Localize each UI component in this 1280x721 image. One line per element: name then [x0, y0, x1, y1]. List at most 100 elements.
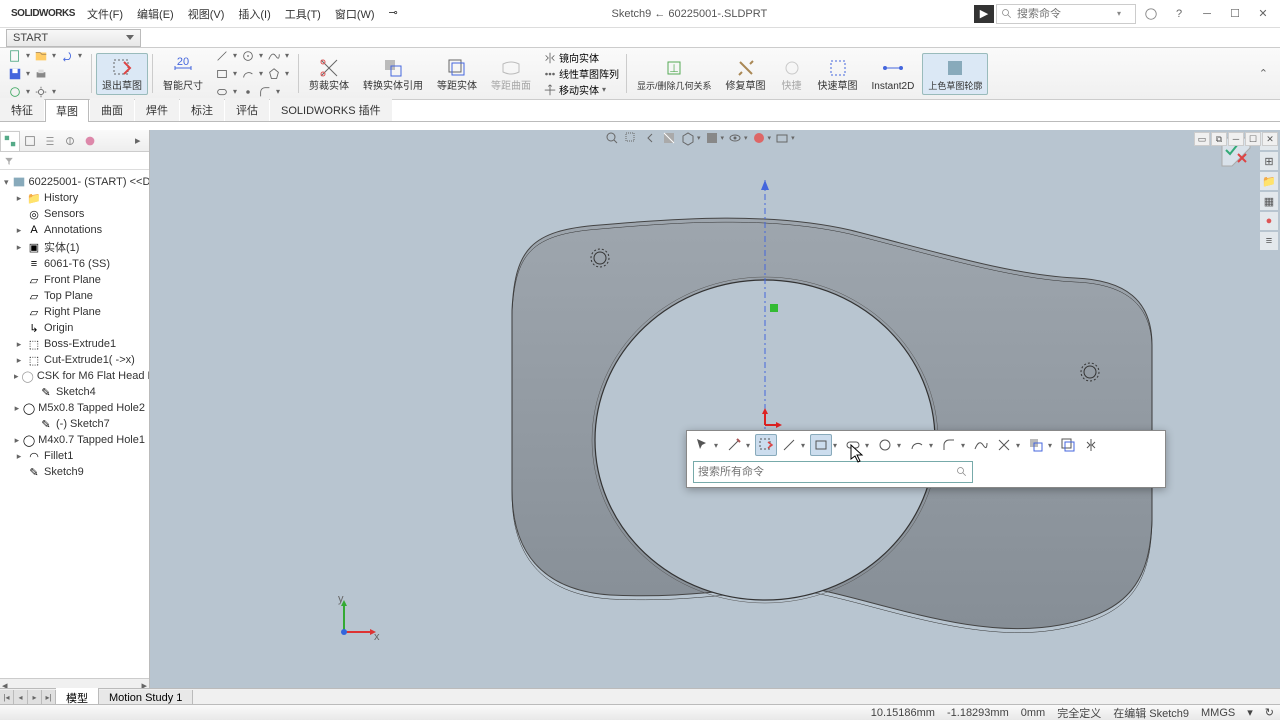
ctx-mirror-icon[interactable]	[1080, 434, 1102, 456]
zoom-fit-icon[interactable]	[604, 130, 620, 146]
shaded-sketch-button[interactable]: 上色草图轮廓	[922, 53, 988, 95]
tab-surfaces[interactable]: 曲面	[90, 98, 134, 121]
command-search-input[interactable]	[1017, 8, 1117, 20]
menu-window[interactable]: 窗口(W)	[328, 2, 382, 26]
viewport-close-button[interactable]: ✕	[1262, 132, 1278, 146]
rectangle-icon[interactable]	[214, 66, 230, 82]
ctx-search-input[interactable]	[698, 466, 956, 478]
trim-entities-button[interactable]: 剪裁实体	[303, 53, 355, 95]
ribbon-collapse[interactable]: ⌃	[1259, 67, 1276, 80]
exit-sketch-button[interactable]: 退出草图	[96, 53, 148, 95]
tree-expand-arrow[interactable]: ▸	[135, 134, 149, 147]
new-icon[interactable]	[7, 48, 23, 64]
maximize-button[interactable]: ☐	[1222, 3, 1248, 25]
zoom-area-icon[interactable]	[623, 130, 639, 146]
tree-hole1[interactable]: ▸◯M4x0.7 Tapped Hole1	[2, 432, 147, 448]
property-manager-tab[interactable]	[20, 131, 40, 151]
ctx-trim-icon[interactable]	[993, 434, 1015, 456]
graphics-viewport[interactable]: ⌂ ⊞ 📁 ▦ ● ≡	[150, 130, 1280, 692]
smart-dimension-button[interactable]: 20 智能尺寸	[157, 53, 209, 95]
ctx-select-icon[interactable]	[691, 434, 713, 456]
tree-filter[interactable]	[0, 152, 149, 170]
taskpane-appearance-icon[interactable]: ●	[1260, 212, 1278, 230]
command-search[interactable]: ▾	[996, 4, 1136, 24]
close-button[interactable]: ✕	[1250, 3, 1276, 25]
login-button[interactable]	[1138, 3, 1164, 25]
tree-sketch9[interactable]: ✎Sketch9	[2, 464, 147, 480]
instant2d-button[interactable]: Instant2D	[866, 53, 921, 95]
tab-evaluate[interactable]: 评估	[225, 98, 269, 121]
open-icon[interactable]	[33, 48, 49, 64]
tree-history[interactable]: ▸📁History	[2, 190, 147, 206]
tab-weldments[interactable]: 焊件	[135, 98, 179, 121]
tree-csk[interactable]: ▸◯CSK for M6 Flat Head Mac	[2, 368, 147, 384]
tree-origin[interactable]: ↳Origin	[2, 320, 147, 336]
open-dropdown[interactable]: ▾	[50, 51, 58, 60]
section-view-icon[interactable]	[661, 130, 677, 146]
ctx-arc-icon[interactable]	[906, 434, 928, 456]
viewport-min-button[interactable]: ─	[1228, 132, 1244, 146]
play-button[interactable]: ▶	[974, 5, 994, 23]
status-flyout[interactable]: ▾	[1247, 706, 1253, 719]
options-dropdown[interactable]: ▾	[50, 87, 58, 96]
display-style-icon[interactable]	[704, 130, 720, 146]
config-selector[interactable]: START	[6, 29, 141, 47]
config-manager-tab[interactable]	[40, 131, 60, 151]
tab-features[interactable]: 特征	[0, 98, 44, 121]
linear-pattern-label[interactable]: 线性草图阵列	[559, 66, 619, 81]
tree-hole2[interactable]: ▸◯M5x0.8 Tapped Hole2	[2, 400, 147, 416]
tree-boss-extrude1[interactable]: ▸⬚Boss-Extrude1	[2, 336, 147, 352]
minimize-button[interactable]: ─	[1194, 3, 1220, 25]
new-dropdown[interactable]: ▾	[24, 51, 32, 60]
ctx-sketch-icon[interactable]	[723, 434, 745, 456]
status-rebuild-icon[interactable]: ↻	[1265, 706, 1274, 719]
feature-tree-tab[interactable]	[0, 131, 20, 151]
menu-insert[interactable]: 插入(I)	[231, 2, 277, 26]
ctx-fillet-icon[interactable]	[938, 434, 960, 456]
save-dropdown[interactable]: ▾	[24, 69, 32, 78]
linear-pattern-icon[interactable]	[542, 66, 558, 82]
ctx-search-box[interactable]	[693, 461, 973, 483]
spline-icon[interactable]	[266, 48, 282, 64]
move-label[interactable]: 移动实体	[559, 82, 599, 97]
taskpane-resources-icon[interactable]: ⊞	[1260, 152, 1278, 170]
tree-root[interactable]: ▾60225001- (START) <<Default	[2, 174, 147, 190]
menu-file[interactable]: 文件(F)	[80, 2, 130, 26]
tree-sensors[interactable]: ◎Sensors	[2, 206, 147, 222]
ctx-exit-sketch-icon[interactable]	[755, 434, 777, 456]
viewport-max-button[interactable]: ☐	[1245, 132, 1261, 146]
tree-solid-bodies[interactable]: ▸▣实体(1)	[2, 238, 147, 256]
tree-fillet1[interactable]: ▸◠Fillet1	[2, 448, 147, 464]
ctx-offset-icon[interactable]	[1057, 434, 1079, 456]
dimxpert-tab[interactable]	[60, 131, 80, 151]
display-manager-tab[interactable]	[80, 131, 100, 151]
sketch-point[interactable]	[770, 304, 778, 312]
menu-view[interactable]: 视图(V)	[181, 2, 232, 26]
undo-dropdown[interactable]: ▾	[76, 51, 84, 60]
edit-appearance-icon[interactable]	[751, 130, 767, 146]
menu-edit[interactable]: 编辑(E)	[130, 2, 181, 26]
menu-pin[interactable]: ⊸	[382, 2, 405, 26]
view-triad[interactable]: y x	[334, 592, 384, 642]
taskpane-props-icon[interactable]: ≡	[1260, 232, 1278, 250]
ctx-rectangle-icon[interactable]	[810, 434, 832, 456]
undo-icon[interactable]	[59, 48, 75, 64]
help-button[interactable]: ?	[1166, 3, 1192, 25]
ctx-circle-icon[interactable]	[874, 434, 896, 456]
ctx-line-icon[interactable]	[778, 434, 800, 456]
move-entities-icon[interactable]	[542, 82, 558, 98]
print-icon[interactable]	[33, 66, 49, 82]
ctx-convert-icon[interactable]	[1025, 434, 1047, 456]
apply-scene-icon[interactable]	[774, 130, 790, 146]
tree-sketch7[interactable]: ✎(-) Sketch7	[2, 416, 147, 432]
view-orient-icon[interactable]	[680, 130, 696, 146]
display-relations-button[interactable]: ⊥ 显示/删除几何关系	[631, 53, 718, 95]
status-units[interactable]: MMGS	[1201, 707, 1235, 719]
repair-sketch-button[interactable]: 修复草图	[720, 53, 772, 95]
convert-entities-button[interactable]: 转换实体引用	[357, 53, 429, 95]
save-icon[interactable]	[7, 66, 23, 82]
polygon-icon[interactable]	[266, 66, 282, 82]
offset-entities-button[interactable]: 等距实体	[431, 53, 483, 95]
tree-cut-extrude1[interactable]: ▸⬚Cut-Extrude1( ->x)	[2, 352, 147, 368]
tree-annotations[interactable]: ▸AAnnotations	[2, 222, 147, 238]
